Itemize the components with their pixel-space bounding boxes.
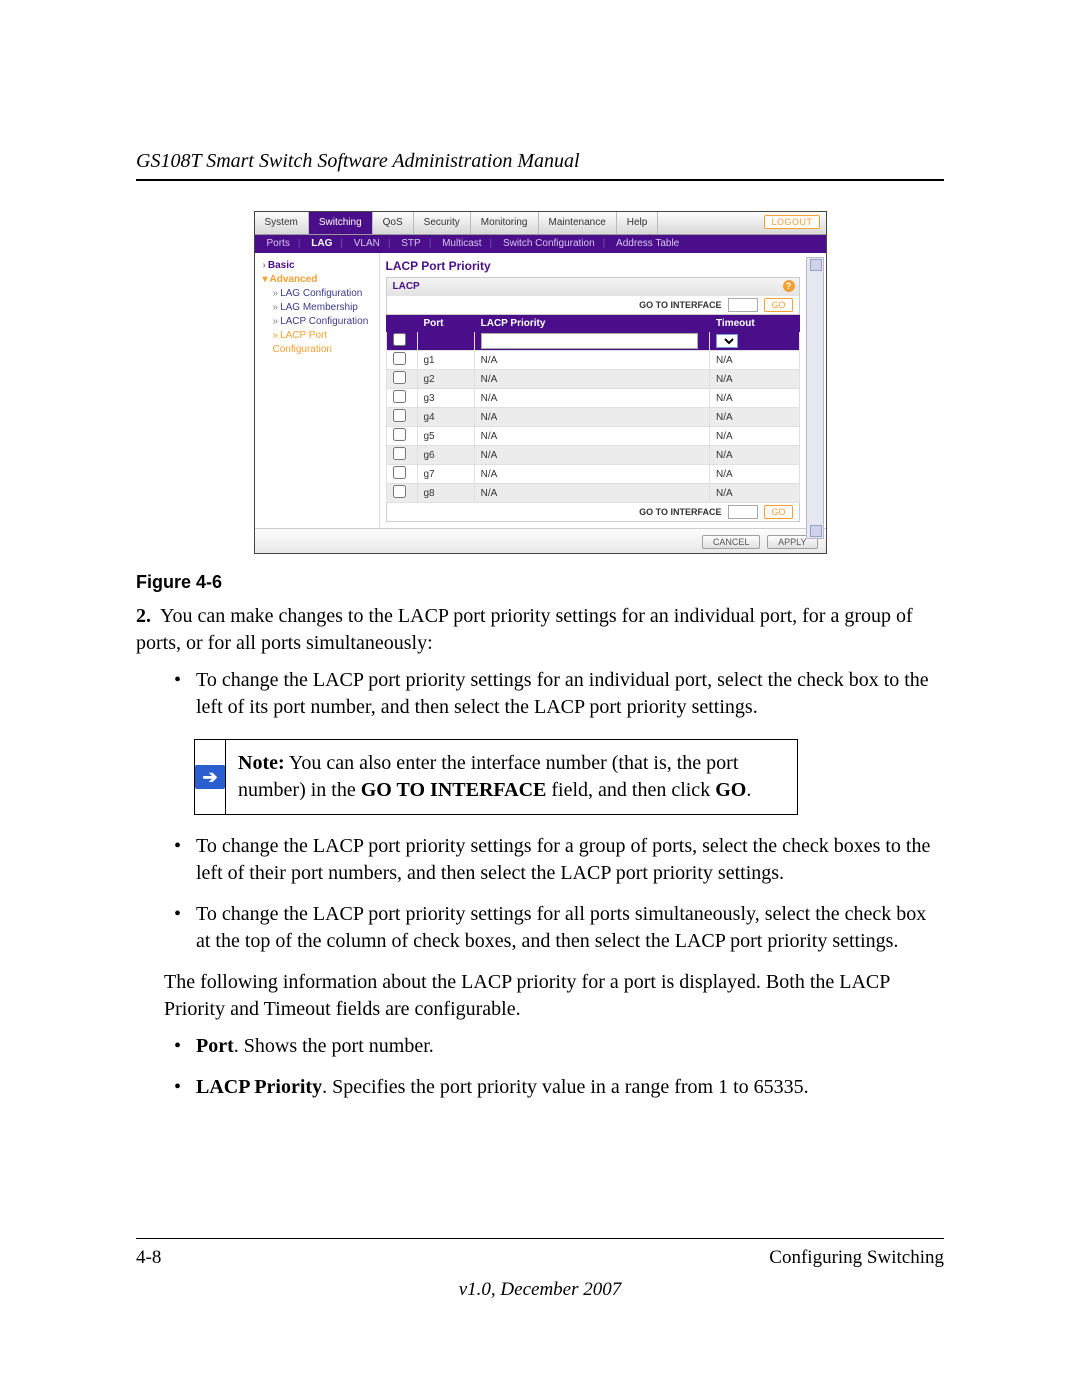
tab-switching[interactable]: Switching [309, 212, 373, 234]
sidebar-basic[interactable]: ›Basic [263, 259, 375, 273]
list-item: To change the LACP port priority setting… [196, 901, 944, 955]
table-row: g3N/AN/A [386, 389, 799, 408]
sub-tabbar: Ports| LAG| VLAN| STP| Multicast| Switch… [255, 235, 826, 253]
header-rule [136, 179, 944, 181]
timeout-filter-select[interactable] [716, 334, 738, 348]
list-item: Port. Shows the port number. [196, 1033, 944, 1060]
subtab-address-table[interactable]: Address Table [612, 238, 683, 249]
row-checkbox[interactable] [393, 428, 406, 441]
col-timeout: Timeout [709, 316, 799, 332]
bullet-list-2: To change the LACP port priority setting… [136, 833, 944, 955]
lacp-table: Port LACP Priority Timeout g1N/AN/A [386, 315, 800, 503]
switch-ui-screenshot: System Switching QoS Security Monitoring… [254, 211, 827, 554]
tab-system[interactable]: System [255, 212, 309, 234]
section-title: LACP Port Priority [386, 259, 800, 273]
main-tabbar: System Switching QoS Security Monitoring… [255, 212, 826, 235]
version-line: v1.0, December 2007 [136, 1279, 944, 1301]
table-row: g4N/AN/A [386, 408, 799, 427]
goto-row-top: GO TO INTERFACE GO [386, 296, 800, 315]
goto-label-bottom: GO TO INTERFACE [639, 507, 721, 517]
action-bar: CANCEL APPLY [255, 528, 826, 553]
row-checkbox[interactable] [393, 390, 406, 403]
list-item: To change the LACP port priority setting… [196, 667, 944, 721]
tab-security[interactable]: Security [414, 212, 471, 234]
tab-help[interactable]: Help [617, 212, 659, 234]
sidebar-item-lag-config[interactable]: »LAG Configuration [263, 287, 375, 301]
col-check [386, 316, 417, 332]
cancel-button[interactable]: CANCEL [702, 535, 761, 549]
arrow-right-icon: ➔ [195, 765, 225, 789]
go-button-bottom[interactable]: GO [764, 505, 792, 519]
logout-button[interactable]: LOGOUT [764, 215, 819, 229]
tab-maintenance[interactable]: Maintenance [539, 212, 617, 234]
table-row: g7N/AN/A [386, 465, 799, 484]
col-port: Port [417, 316, 474, 332]
col-priority: LACP Priority [474, 316, 709, 332]
subtab-vlan[interactable]: VLAN [350, 238, 384, 249]
running-header: GS108T Smart Switch Software Administrat… [136, 150, 944, 173]
note-box: ➔ Note: You can also enter the interface… [194, 739, 798, 815]
figure-caption: Figure 4-6 [136, 572, 944, 593]
table-row: g8N/AN/A [386, 484, 799, 503]
panel-header: LACP ? [386, 277, 800, 296]
definition-list: Port. Shows the port number. LACP Priori… [136, 1033, 944, 1101]
row-checkbox[interactable] [393, 409, 406, 422]
subtab-lag[interactable]: LAG [307, 238, 336, 249]
page-footer: 4-8 Configuring Switching v1.0, December… [136, 1238, 944, 1301]
table-row: g5N/AN/A [386, 427, 799, 446]
step-2: 2.You can make changes to the LACP port … [136, 603, 944, 657]
priority-filter-input[interactable] [481, 333, 698, 349]
row-checkbox[interactable] [393, 466, 406, 479]
goto-input-bottom[interactable] [728, 505, 758, 519]
subtab-stp[interactable]: STP [397, 238, 424, 249]
tab-qos[interactable]: QoS [373, 212, 414, 234]
list-item: LACP Priority. Specifies the port priori… [196, 1074, 944, 1101]
table-row: g2N/AN/A [386, 370, 799, 389]
tab-monitoring[interactable]: Monitoring [471, 212, 539, 234]
list-item: To change the LACP port priority setting… [196, 833, 944, 887]
sidebar-item-lacp-config[interactable]: »LACP Configuration [263, 315, 375, 329]
go-button-top[interactable]: GO [764, 298, 792, 312]
goto-input[interactable] [728, 298, 758, 312]
row-checkbox[interactable] [393, 485, 406, 498]
sidebar: ›Basic ▾Advanced »LAG Configuration »LAG… [255, 253, 379, 528]
goto-label: GO TO INTERFACE [639, 300, 721, 310]
table-row: g1N/AN/A [386, 351, 799, 370]
subtab-switch-config[interactable]: Switch Configuration [499, 238, 599, 249]
select-all-checkbox[interactable] [393, 333, 406, 346]
subtab-multicast[interactable]: Multicast [438, 238, 485, 249]
section-name: Configuring Switching [769, 1247, 944, 1269]
paragraph: The following information about the LACP… [136, 969, 944, 1023]
goto-row-bottom: GO TO INTERFACE GO [386, 503, 800, 522]
row-checkbox[interactable] [393, 371, 406, 384]
help-icon[interactable]: ? [783, 280, 795, 292]
scrollbar[interactable] [806, 257, 824, 539]
sidebar-item-lag-membership[interactable]: »LAG Membership [263, 301, 375, 315]
sidebar-item-lacp-port-config[interactable]: »LACP Port Configuration [263, 329, 375, 357]
bullet-list-1: To change the LACP port priority setting… [136, 667, 944, 721]
subtab-ports[interactable]: Ports [263, 238, 294, 249]
note-text: Note: You can also enter the interface n… [226, 740, 797, 814]
sidebar-advanced[interactable]: ▾Advanced [263, 273, 375, 287]
table-row: g6N/AN/A [386, 446, 799, 465]
page-number: 4-8 [136, 1247, 161, 1269]
row-checkbox[interactable] [393, 352, 406, 365]
row-checkbox[interactable] [393, 447, 406, 460]
